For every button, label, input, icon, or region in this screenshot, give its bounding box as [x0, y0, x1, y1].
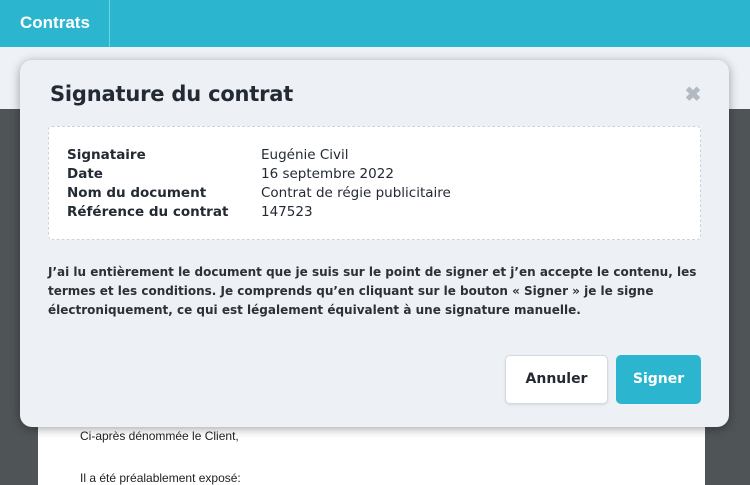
sign-button[interactable]: Signer [616, 355, 701, 404]
document-text-line: Ci-après dénommée le Client, [80, 429, 239, 443]
contract-info-box: Signataire Eugénie Civil Date 16 septemb… [48, 126, 701, 240]
info-label: Référence du contrat [67, 204, 229, 220]
info-row-contract-reference: Référence du contrat 147523 [67, 204, 687, 223]
consent-text: J’ai lu entièrement le document que je s… [48, 265, 697, 317]
info-label: Nom du document [67, 185, 207, 201]
info-value: 147523 [261, 204, 313, 220]
info-label: Date [67, 166, 103, 182]
info-value: Contrat de régie publicitaire [261, 185, 451, 201]
info-row-signataire: Signataire Eugénie Civil [67, 147, 687, 166]
close-icon[interactable]: ✖ [682, 84, 704, 106]
info-row-document-name: Nom du document Contrat de régie publici… [67, 185, 687, 204]
document-text-line: Il a été préalablement exposé: [80, 471, 241, 485]
info-value: Eugénie Civil [261, 147, 349, 163]
cancel-button[interactable]: Annuler [505, 355, 608, 404]
info-row-date: Date 16 septembre 2022 [67, 166, 687, 185]
info-label: Signataire [67, 147, 146, 163]
info-value: 16 septembre 2022 [261, 166, 394, 182]
tab-contrats[interactable]: Contrats [0, 0, 110, 47]
signature-dialog: Signature du contrat ✖ Signataire Eugéni… [20, 60, 729, 427]
dialog-title: Signature du contrat [50, 82, 294, 106]
top-navigation-bar: Contrats [0, 0, 750, 47]
